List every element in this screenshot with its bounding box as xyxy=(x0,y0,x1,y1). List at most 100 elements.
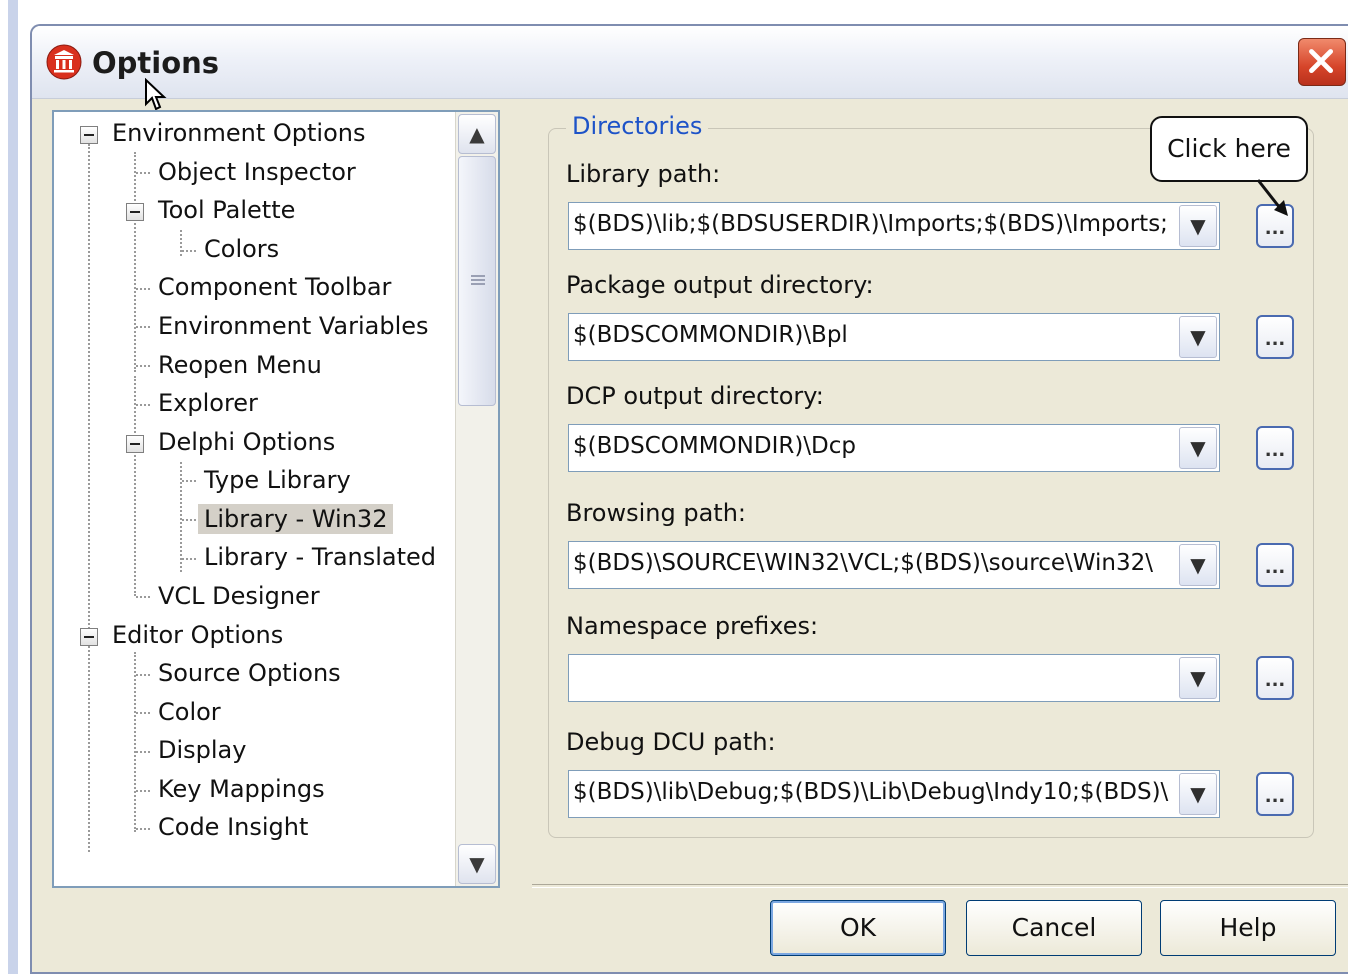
browsing-path-value[interactable]: $(BDS)\SOURCE\WIN32\VCL;$(BDS)\source\Wi… xyxy=(573,550,1175,576)
library-path-label: Library path: xyxy=(566,160,721,188)
tree-item-library-win32[interactable]: Library - Win32 xyxy=(198,504,394,534)
tree-item-display[interactable]: Display xyxy=(158,735,246,765)
tree-branch xyxy=(182,480,196,482)
debug-dcu-path-browse-button[interactable]: ... xyxy=(1256,772,1294,816)
tree-branch xyxy=(136,712,150,714)
tree-item-library-translated[interactable]: Library - Translated xyxy=(204,542,436,572)
tree-branch xyxy=(136,790,150,792)
collapse-environment-options-icon[interactable] xyxy=(80,126,98,144)
background-window-edge xyxy=(8,0,18,974)
grip-icon xyxy=(471,275,485,287)
tree-branch xyxy=(136,828,150,830)
scroll-thumb[interactable] xyxy=(458,156,496,406)
tree-guide-line xyxy=(88,144,90,644)
collapse-delphi-options-icon[interactable] xyxy=(126,435,144,453)
dcp-output-combo[interactable]: $(BDSCOMMONDIR)\Dcp ▼ xyxy=(568,424,1220,472)
tree-item-component-toolbar[interactable]: Component Toolbar xyxy=(158,272,391,302)
tree-guide-line xyxy=(180,230,182,256)
dcp-output-value[interactable]: $(BDSCOMMONDIR)\Dcp xyxy=(573,433,1175,459)
tree-branch xyxy=(136,404,150,406)
package-output-value[interactable]: $(BDSCOMMONDIR)\Bpl xyxy=(573,322,1175,348)
browsing-path-combo[interactable]: $(BDS)\SOURCE\WIN32\VCL;$(BDS)\source\Wi… xyxy=(568,541,1220,589)
tree-branch xyxy=(136,674,150,676)
ok-button[interactable]: OK xyxy=(770,900,946,956)
tree-guide-line xyxy=(88,642,90,852)
namespace-prefixes-combo[interactable]: ▼ xyxy=(568,654,1220,702)
chevron-down-icon: ▼ xyxy=(1190,436,1206,460)
cancel-button[interactable]: Cancel xyxy=(966,900,1142,956)
chevron-down-icon: ▼ xyxy=(1190,553,1206,577)
tree-item-color[interactable]: Color xyxy=(158,697,221,727)
library-path-combo[interactable]: $(BDS)\lib;$(BDSUSERDIR)\Imports;$(BDS)\… xyxy=(568,202,1220,250)
click-here-callout: Click here xyxy=(1150,116,1308,182)
tree-item-type-library[interactable]: Type Library xyxy=(204,465,351,495)
options-tree[interactable]: Environment Options Object Inspector Too… xyxy=(52,110,500,888)
tree-branch xyxy=(136,288,150,290)
tree-branch xyxy=(136,326,150,328)
tree-item-explorer[interactable]: Explorer xyxy=(158,388,258,418)
tree-item-object-inspector[interactable]: Object Inspector xyxy=(158,157,356,187)
tree-guide-line xyxy=(134,152,136,372)
chevron-down-icon: ▼ xyxy=(1190,214,1206,238)
tree-guide-line xyxy=(134,376,136,596)
tree-item-delphi-options[interactable]: Delphi Options xyxy=(158,427,335,457)
tree-branch xyxy=(136,365,150,367)
tree-item-environment-options[interactable]: Environment Options xyxy=(112,118,365,148)
collapse-editor-options-icon[interactable] xyxy=(80,628,98,646)
namespace-prefixes-dropdown-button[interactable]: ▼ xyxy=(1179,657,1217,699)
tree-branch xyxy=(136,751,150,753)
tree-item-source-options[interactable]: Source Options xyxy=(158,658,341,688)
tree-branch xyxy=(136,172,150,174)
title-bar[interactable]: Options xyxy=(32,26,1348,99)
chevron-down-icon: ▼ xyxy=(1190,325,1206,349)
namespace-prefixes-label: Namespace prefixes: xyxy=(566,612,819,640)
close-icon xyxy=(1309,49,1334,74)
package-output-dropdown-button[interactable]: ▼ xyxy=(1179,316,1217,358)
directories-group-title: Directories xyxy=(566,112,709,140)
dcp-output-browse-button[interactable]: ... xyxy=(1256,426,1294,470)
debug-dcu-path-dropdown-button[interactable]: ▼ xyxy=(1179,773,1217,815)
chevron-up-icon: ▲ xyxy=(469,122,485,146)
collapse-tool-palette-icon[interactable] xyxy=(126,203,144,221)
package-output-label: Package output directory: xyxy=(566,271,874,299)
scroll-down-button[interactable]: ▼ xyxy=(458,844,496,884)
library-path-value[interactable]: $(BDS)\lib;$(BDSUSERDIR)\Imports;$(BDS)\… xyxy=(573,211,1175,237)
namespace-prefixes-browse-button[interactable]: ... xyxy=(1256,656,1294,700)
tree-item-reopen-menu[interactable]: Reopen Menu xyxy=(158,350,322,380)
tree-scrollbar[interactable]: ▲ ▼ xyxy=(455,112,498,886)
window-title: Options xyxy=(92,46,220,80)
tree-item-environment-variables[interactable]: Environment Variables xyxy=(158,311,429,341)
package-output-combo[interactable]: $(BDSCOMMONDIR)\Bpl ▼ xyxy=(568,313,1220,361)
tree-item-code-insight[interactable]: Code Insight xyxy=(158,812,308,842)
tree-item-tool-palette[interactable]: Tool Palette xyxy=(158,195,295,225)
chevron-down-icon: ▼ xyxy=(1190,666,1206,690)
callout-arrow-icon xyxy=(1256,179,1288,216)
options-dialog: Options Environment Options Object Inspe… xyxy=(30,24,1348,974)
debug-dcu-path-combo[interactable]: $(BDS)\lib\Debug;$(BDS)\Lib\Debug\Indy10… xyxy=(568,770,1220,818)
browsing-path-label: Browsing path: xyxy=(566,499,747,527)
tree-item-vcl-designer[interactable]: VCL Designer xyxy=(158,581,320,611)
debug-dcu-path-label: Debug DCU path: xyxy=(566,728,776,756)
mouse-cursor-icon xyxy=(145,78,167,111)
dcp-output-label: DCP output directory: xyxy=(566,382,824,410)
close-button[interactable] xyxy=(1298,38,1346,86)
help-button[interactable]: Help xyxy=(1160,900,1336,956)
debug-dcu-path-value[interactable]: $(BDS)\lib\Debug;$(BDS)\Lib\Debug\Indy10… xyxy=(573,779,1175,805)
scroll-up-button[interactable]: ▲ xyxy=(458,114,496,154)
tree-item-key-mappings[interactable]: Key Mappings xyxy=(158,774,325,804)
browsing-path-dropdown-button[interactable]: ▼ xyxy=(1179,544,1217,586)
tree-guide-line xyxy=(134,652,136,832)
tree-branch xyxy=(182,558,196,560)
library-path-dropdown-button[interactable]: ▼ xyxy=(1179,205,1217,247)
tree-item-editor-options[interactable]: Editor Options xyxy=(112,620,283,650)
browsing-path-browse-button[interactable]: ... xyxy=(1256,543,1294,587)
chevron-down-icon: ▼ xyxy=(469,852,485,876)
button-separator xyxy=(532,884,1348,888)
chevron-down-icon: ▼ xyxy=(1190,782,1206,806)
tree-branch xyxy=(136,596,150,598)
tree-branch xyxy=(182,250,196,252)
dcp-output-dropdown-button[interactable]: ▼ xyxy=(1179,427,1217,469)
package-output-browse-button[interactable]: ... xyxy=(1256,315,1294,359)
tree-guide-line xyxy=(180,462,182,572)
tree-item-colors[interactable]: Colors xyxy=(204,234,279,264)
